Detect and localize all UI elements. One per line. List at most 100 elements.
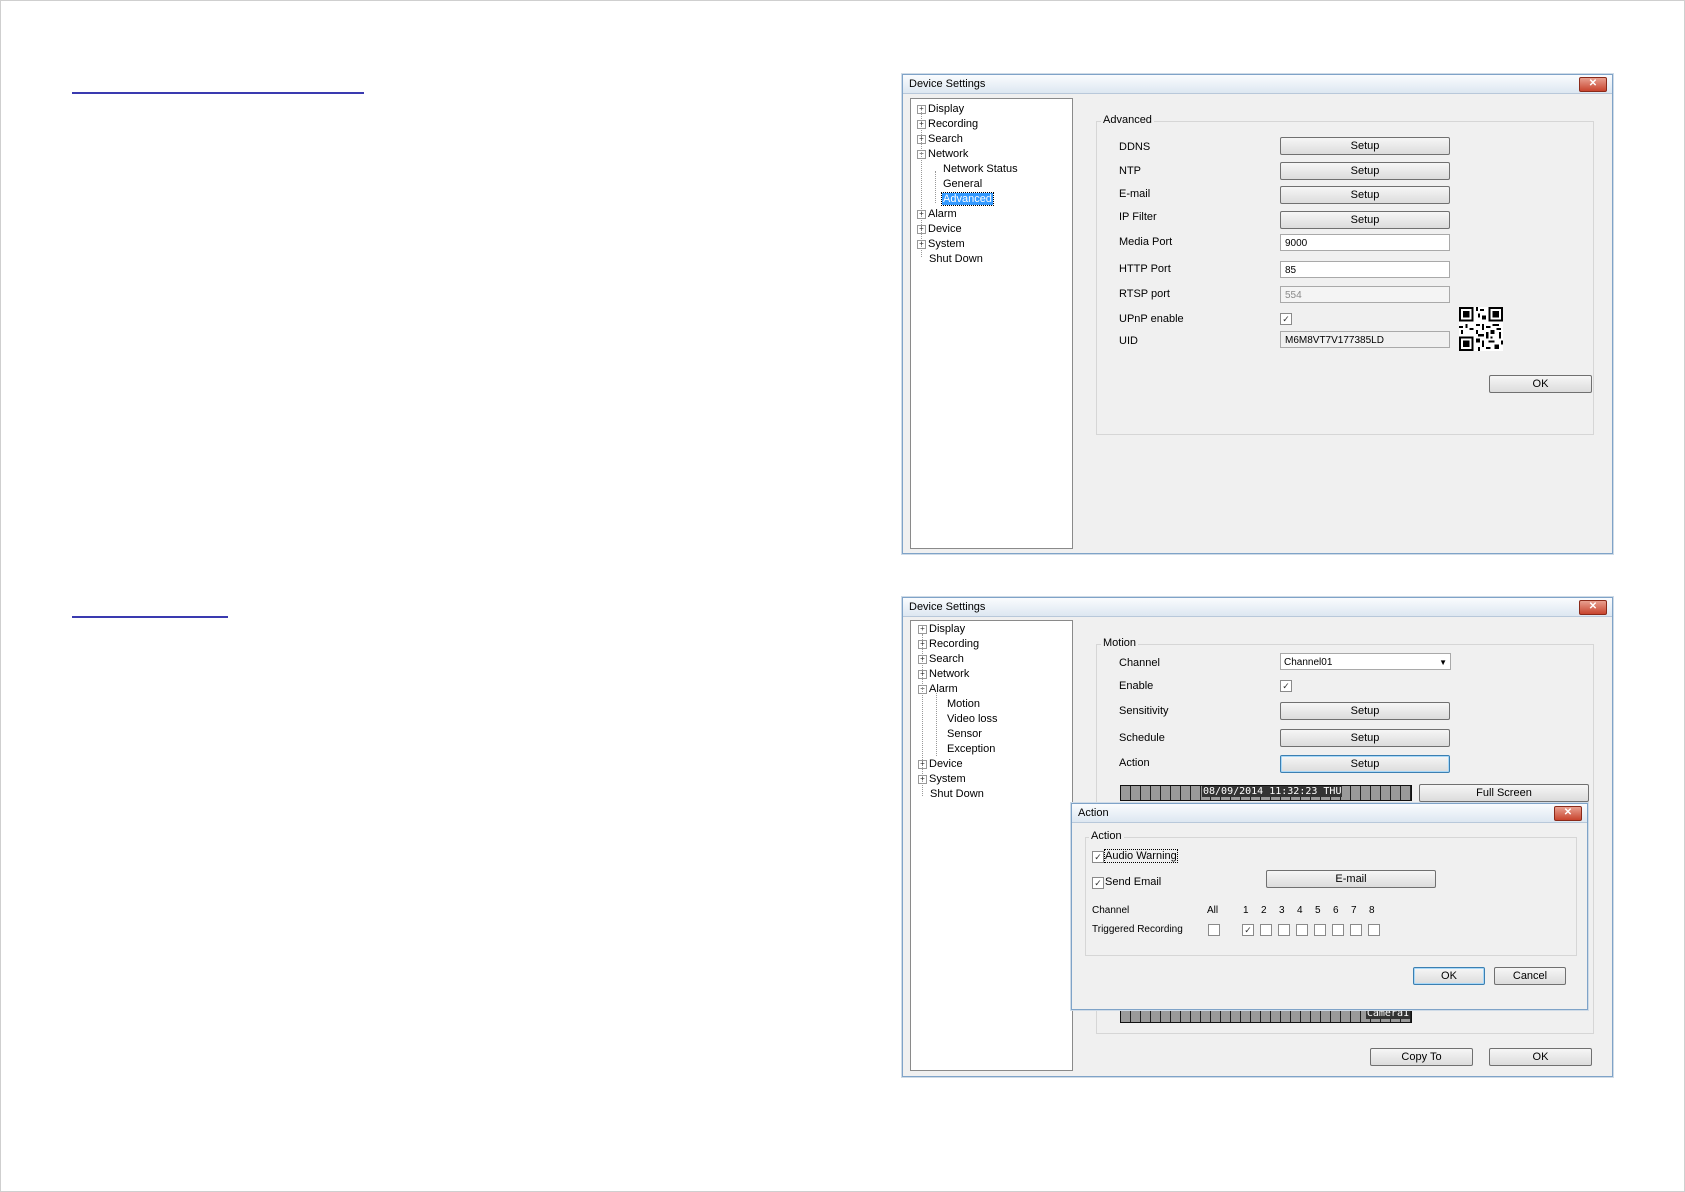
ok-button[interactable]: OK (1489, 375, 1592, 393)
expand-icon[interactable]: + (918, 640, 927, 649)
expand-icon[interactable]: + (918, 670, 927, 679)
expand-icon[interactable]: + (918, 625, 927, 634)
action-ok-button[interactable]: OK (1413, 967, 1485, 985)
window-title: Device Settings (909, 601, 986, 613)
media-port-input[interactable]: 9000 (1280, 234, 1450, 251)
email-label: E-mail (1119, 188, 1151, 200)
tree-item-sensor[interactable]: Sensor (947, 728, 982, 741)
audio-warning-checkbox[interactable]: ✓ (1092, 851, 1104, 863)
expand-icon[interactable]: + (917, 240, 926, 249)
email-button[interactable]: E-mail (1266, 870, 1436, 888)
expand-icon[interactable]: + (917, 210, 926, 219)
tree-item-advanced[interactable]: Advanced (941, 192, 994, 206)
schedule-setup-button[interactable]: Setup (1280, 729, 1450, 747)
tree-line (936, 693, 937, 756)
chevron-down-icon: ▼ (1439, 658, 1447, 667)
tree-item-shutdown[interactable]: Shut Down (930, 788, 984, 801)
copy-to-button[interactable]: Copy To (1370, 1048, 1473, 1066)
channel-3-checkbox[interactable] (1278, 924, 1290, 936)
tree-item-label: Shut Down (930, 788, 984, 800)
tree-item-alarm[interactable]: − Alarm (918, 683, 958, 696)
channel-label: Channel (1119, 657, 1160, 669)
tree-item-label: Exception (947, 743, 996, 755)
full-screen-button[interactable]: Full Screen (1419, 784, 1589, 802)
settings-tree[interactable]: + Display + Recording + Search − Network Net… (910, 98, 1073, 549)
ipfilter-label: IP Filter (1119, 211, 1157, 223)
channel-number: 2 (1261, 905, 1267, 916)
action-cancel-button[interactable]: Cancel (1494, 967, 1566, 985)
tree-item-network-status[interactable]: Network Status (943, 163, 1018, 176)
tree-item-system[interactable]: + System (917, 238, 965, 251)
close-button[interactable]: ✕ (1554, 806, 1582, 821)
ddns-setup-button[interactable]: Setup (1280, 137, 1450, 155)
expand-icon[interactable]: + (917, 225, 926, 234)
rtsp-port-label: RTSP port (1119, 288, 1170, 300)
action-setup-button[interactable]: Setup (1280, 755, 1450, 773)
tree-item-label: Video loss (947, 713, 998, 725)
channel-8-checkbox[interactable] (1368, 924, 1380, 936)
channel-6-checkbox[interactable] (1332, 924, 1344, 936)
expand-icon[interactable]: + (918, 760, 927, 769)
tree-item-device[interactable]: + Device (918, 758, 963, 771)
all-channels-label: All (1207, 905, 1219, 916)
tree-item-video-loss[interactable]: Video loss (947, 713, 998, 726)
ntp-setup-button[interactable]: Setup (1280, 162, 1450, 180)
tree-item-alarm[interactable]: + Alarm (917, 208, 957, 221)
close-button[interactable]: ✕ (1579, 600, 1607, 615)
all-channels-checkbox[interactable] (1208, 924, 1220, 936)
tree-item-motion[interactable]: Motion (947, 698, 980, 711)
title-bar[interactable]: Device Settings ✕ (903, 75, 1612, 94)
group-label: Motion (1101, 637, 1139, 649)
title-bar[interactable]: Device Settings ✕ (903, 598, 1612, 617)
expand-icon[interactable]: + (917, 105, 926, 114)
ipfilter-setup-button[interactable]: Setup (1280, 211, 1450, 229)
tree-item-exception[interactable]: Exception (947, 743, 995, 756)
http-port-input[interactable]: 85 (1280, 261, 1450, 278)
channel-select[interactable]: Channel01 ▼ (1280, 653, 1451, 670)
tree-item-label: Device (929, 758, 963, 770)
channel-1-checkbox[interactable]: ✓ (1242, 924, 1254, 936)
tree-item-general[interactable]: General (943, 178, 982, 191)
email-setup-button[interactable]: Setup (1280, 186, 1450, 204)
tree-item-search[interactable]: + Search (918, 653, 964, 666)
expand-icon[interactable]: + (918, 655, 927, 664)
tree-item-device[interactable]: + Device (917, 223, 962, 236)
send-email-checkbox[interactable]: ✓ (1092, 877, 1104, 889)
settings-tree[interactable]: + Display + Recording + Search + Network − Al… (910, 620, 1073, 1071)
ok-button[interactable]: OK (1489, 1048, 1592, 1066)
upnp-checkbox[interactable]: ✓ (1280, 313, 1292, 325)
send-email-label[interactable]: Send Email (1105, 876, 1161, 888)
action-label: Action (1119, 757, 1150, 769)
tree-item-network[interactable]: − Network (917, 148, 968, 161)
window-title: Device Settings (909, 78, 986, 90)
enable-checkbox[interactable]: ✓ (1280, 680, 1292, 692)
tree-item-search[interactable]: + Search (917, 133, 963, 146)
tree-item-system[interactable]: + System (918, 773, 966, 786)
tree-item-recording[interactable]: + Recording (917, 118, 978, 131)
tree-item-label: Device (928, 223, 962, 235)
device-settings-dialog-network: Device Settings ✕ + Display + Recording + S… (902, 74, 1613, 554)
enable-label: Enable (1119, 680, 1154, 692)
channel-7-checkbox[interactable] (1350, 924, 1362, 936)
audio-warning-label[interactable]: Audio Warning (1104, 849, 1178, 863)
expand-icon[interactable]: + (917, 120, 926, 129)
collapse-icon[interactable]: − (917, 150, 926, 159)
tree-item-recording[interactable]: + Recording (918, 638, 979, 651)
channel-2-checkbox[interactable] (1260, 924, 1272, 936)
tree-item-label: Network Status (943, 163, 1018, 175)
tree-item-display[interactable]: + Display (918, 623, 965, 636)
expand-icon[interactable]: + (918, 775, 927, 784)
title-bar[interactable]: Action ✕ (1072, 804, 1587, 823)
collapse-icon[interactable]: − (918, 685, 927, 694)
sensitivity-setup-button[interactable]: Setup (1280, 702, 1450, 720)
channel-number: 5 (1315, 905, 1321, 916)
triggered-recording-label: Triggered Recording (1092, 924, 1183, 935)
tree-item-shutdown[interactable]: Shut Down (929, 253, 983, 266)
close-button[interactable]: ✕ (1579, 77, 1607, 92)
tree-item-network[interactable]: + Network (918, 668, 969, 681)
expand-icon[interactable]: + (917, 135, 926, 144)
tree-item-label: General (943, 178, 983, 190)
tree-item-display[interactable]: + Display (917, 103, 964, 116)
channel-5-checkbox[interactable] (1314, 924, 1326, 936)
channel-4-checkbox[interactable] (1296, 924, 1308, 936)
